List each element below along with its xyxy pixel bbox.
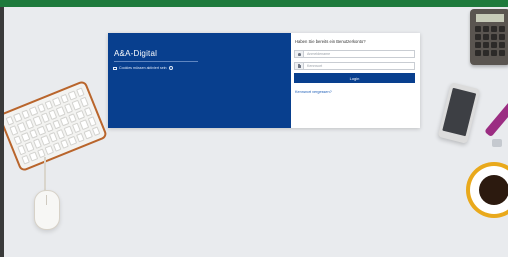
brand-divider	[114, 61, 198, 62]
password-input[interactable]	[304, 63, 414, 69]
login-card: A&A-Digital Cookies müssen aktiviert sei…	[108, 33, 420, 128]
login-form: Haben Sie bereits ein Benutzerkonto? Log…	[291, 33, 420, 128]
phone-illustration	[437, 82, 481, 144]
mouse-illustration	[34, 190, 60, 230]
desk-background: A&A-Digital Cookies müssen aktiviert sei…	[4, 7, 508, 257]
pen-cap-illustration	[492, 139, 502, 147]
cookie-notice: Cookies müssen aktiviert sein	[113, 66, 173, 70]
login-button[interactable]: Login	[294, 73, 415, 83]
calculator-illustration	[470, 9, 508, 65]
forgot-password-link[interactable]: Kennwort vergessen?	[295, 90, 332, 94]
top-bar	[0, 0, 508, 7]
login-heading: Haben Sie bereits ein Benutzerkonto?	[295, 39, 366, 44]
cookie-icon	[113, 66, 117, 70]
user-icon	[295, 51, 304, 57]
info-icon[interactable]	[168, 66, 173, 70]
password-field	[294, 62, 415, 70]
brand-panel: A&A-Digital Cookies müssen aktiviert sei…	[108, 33, 291, 128]
username-field	[294, 50, 415, 58]
pen-illustration	[484, 100, 508, 138]
cookie-notice-text: Cookies müssen aktiviert sein	[119, 66, 167, 70]
keyboard-illustration	[4, 79, 109, 173]
brand-title: A&A-Digital	[114, 49, 158, 58]
coffee-cup-illustration	[466, 162, 508, 218]
mouse-cable	[44, 157, 46, 191]
lock-icon	[295, 63, 304, 69]
username-input[interactable]	[304, 51, 414, 57]
